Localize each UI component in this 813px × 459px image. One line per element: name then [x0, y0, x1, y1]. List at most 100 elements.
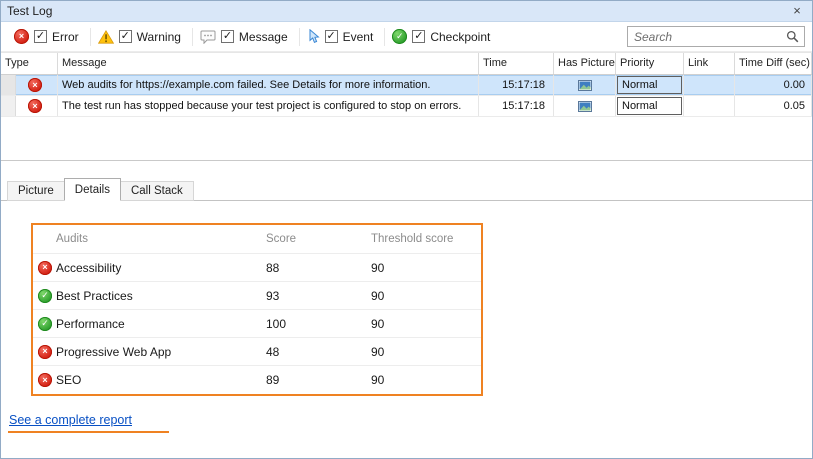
row-indicator	[1, 75, 16, 95]
audit-row: × Accessibility 88 90	[33, 254, 481, 282]
audit-name: Performance	[56, 317, 266, 331]
type-cell: ×	[1, 96, 58, 116]
audit-threshold: 90	[371, 289, 481, 303]
row-indicator	[1, 96, 16, 116]
column-header-has-picture[interactable]: Has Picture	[554, 53, 616, 74]
details-panel: Audits Score Threshold score × Accessibi…	[1, 201, 812, 458]
audits-column-score: Score	[266, 233, 371, 245]
log-table-header: Type Message Time Has Picture Priority L…	[1, 53, 812, 75]
fail-icon: ×	[38, 373, 52, 387]
audit-score: 48	[266, 345, 371, 359]
column-header-link[interactable]: Link	[684, 53, 735, 74]
audit-score: 93	[266, 289, 371, 303]
time-diff-cell: 0.00	[735, 75, 812, 95]
log-row[interactable]: × Web audits for https://example.com fai…	[1, 75, 812, 96]
pass-icon: ✓	[38, 317, 52, 331]
detail-tabs: Picture Details Call Stack	[7, 178, 193, 201]
checkpoint-checkbox[interactable]: ✓	[412, 30, 425, 43]
error-icon: ×	[28, 78, 42, 92]
toolbar-separator	[384, 28, 385, 46]
checkpoint-icon: ✓	[392, 29, 407, 44]
audit-score: 89	[266, 373, 371, 387]
toolbar-separator	[90, 28, 91, 46]
audits-table-header: Audits Score Threshold score	[33, 225, 481, 254]
picture-icon[interactable]	[578, 101, 592, 112]
audit-threshold: 90	[371, 261, 481, 275]
search-box	[627, 26, 805, 47]
priority-value[interactable]: Normal	[617, 76, 682, 94]
test-log-panel: Test Log × × ✓ Error ✓ Warning	[0, 0, 813, 459]
audit-row: × Progressive Web App 48 90	[33, 338, 481, 366]
annotation-underline	[8, 431, 169, 433]
audits-table: Audits Score Threshold score × Accessibi…	[31, 223, 483, 396]
filter-error: × ✓ Error	[9, 29, 88, 44]
message-checkbox[interactable]: ✓	[221, 30, 234, 43]
event-checkbox[interactable]: ✓	[325, 30, 338, 43]
picture-icon[interactable]	[578, 80, 592, 91]
pass-icon: ✓	[38, 289, 52, 303]
search-icon[interactable]	[786, 30, 799, 43]
filter-checkpoint: ✓ ✓ Checkpoint	[387, 29, 499, 44]
log-grid: Type Message Time Has Picture Priority L…	[1, 52, 812, 161]
filter-label-warning: Warning	[137, 30, 181, 44]
warning-checkbox[interactable]: ✓	[119, 30, 132, 43]
audits-column-audits: Audits	[56, 233, 266, 245]
audit-row: × SEO 89 90	[33, 366, 481, 394]
column-header-message[interactable]: Message	[58, 53, 479, 74]
tab-call-stack[interactable]: Call Stack	[120, 181, 194, 201]
priority-cell[interactable]: Normal	[616, 96, 684, 116]
toolbar-separator	[192, 28, 193, 46]
priority-cell[interactable]: Normal	[616, 75, 684, 95]
filter-toolbar: × ✓ Error ✓ Warning	[1, 22, 812, 52]
audit-name: Accessibility	[56, 261, 266, 275]
toolbar-separator	[299, 28, 300, 46]
message-icon	[200, 30, 216, 44]
filter-label-event: Event	[343, 30, 374, 44]
audit-threshold: 90	[371, 373, 481, 387]
tab-picture[interactable]: Picture	[7, 181, 65, 201]
filter-label-checkpoint: Checkpoint	[430, 30, 490, 44]
column-header-priority[interactable]: Priority	[616, 53, 684, 74]
has-picture-cell	[554, 75, 616, 95]
audit-threshold: 90	[371, 317, 481, 331]
titlebar: Test Log ×	[1, 1, 812, 22]
audit-score: 100	[266, 317, 371, 331]
time-cell: 15:17:18	[479, 96, 554, 116]
time-diff-cell: 0.05	[735, 96, 812, 116]
audit-name: SEO	[56, 373, 266, 387]
audit-row: ✓ Performance 100 90	[33, 310, 481, 338]
filter-label-message: Message	[239, 30, 288, 44]
column-header-time-diff[interactable]: Time Diff (sec)	[735, 53, 812, 74]
log-row[interactable]: × The test run has stopped because your …	[1, 96, 812, 117]
priority-value[interactable]: Normal	[617, 97, 682, 115]
time-cell: 15:17:18	[479, 75, 554, 95]
filter-event: ✓ Event	[302, 29, 383, 44]
panel-title: Test Log	[7, 4, 52, 18]
link-cell	[684, 75, 735, 95]
event-icon	[307, 29, 320, 44]
message-cell: The test run has stopped because your te…	[58, 96, 479, 116]
type-cell: ×	[1, 75, 58, 95]
message-cell: Web audits for https://example.com faile…	[58, 75, 479, 95]
warning-icon	[98, 30, 114, 44]
filter-label-error: Error	[52, 30, 79, 44]
audit-row: ✓ Best Practices 93 90	[33, 282, 481, 310]
report-link[interactable]: See a complete report	[9, 413, 132, 427]
search-input[interactable]	[634, 30, 786, 44]
column-header-type[interactable]: Type	[1, 53, 58, 74]
audit-score: 88	[266, 261, 371, 275]
audit-threshold: 90	[371, 345, 481, 359]
has-picture-cell	[554, 96, 616, 116]
audit-name: Progressive Web App	[56, 345, 266, 359]
filter-warning: ✓ Warning	[93, 30, 190, 44]
fail-icon: ×	[38, 345, 52, 359]
audit-name: Best Practices	[56, 289, 266, 303]
error-icon: ×	[14, 29, 29, 44]
tab-details[interactable]: Details	[64, 178, 121, 201]
column-header-time[interactable]: Time	[479, 53, 554, 74]
error-icon: ×	[28, 99, 42, 113]
link-cell	[684, 96, 735, 116]
filter-message: ✓ Message	[195, 30, 297, 44]
close-icon[interactable]: ×	[788, 3, 806, 19]
error-checkbox[interactable]: ✓	[34, 30, 47, 43]
